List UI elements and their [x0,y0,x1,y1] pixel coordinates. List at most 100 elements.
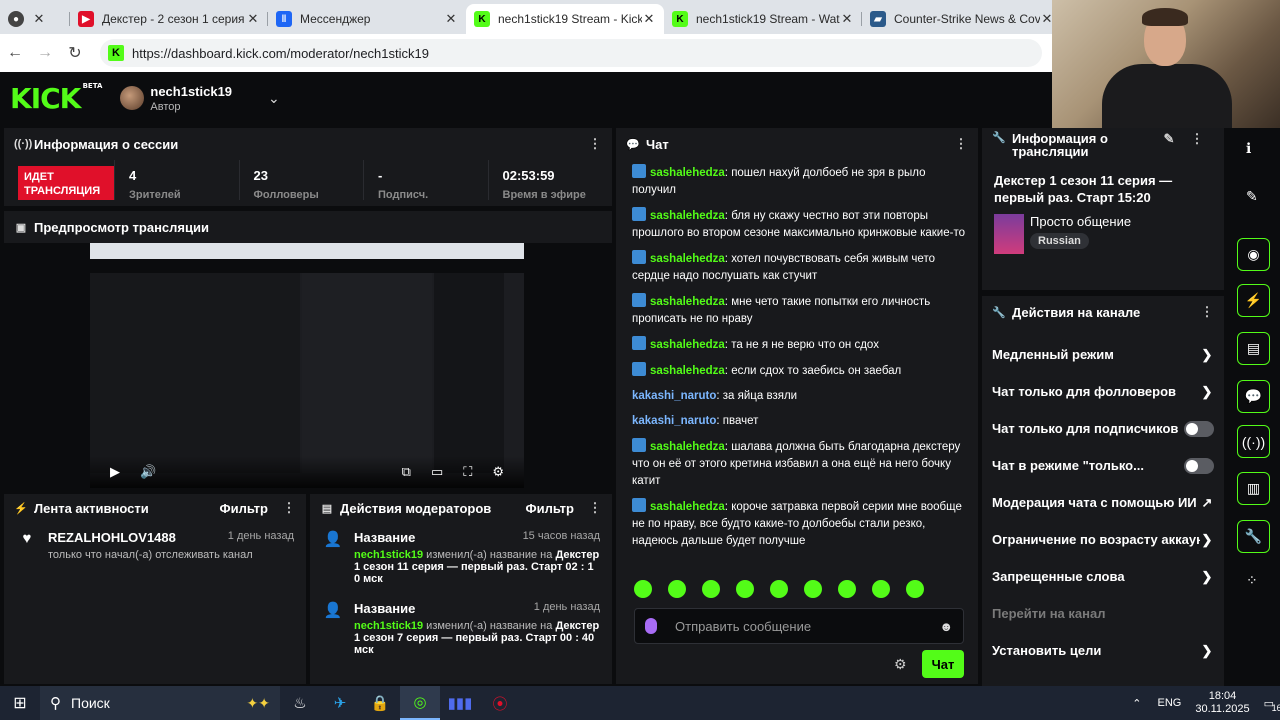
more-icon[interactable]: ⋮ [282,500,296,516]
obs-icon[interactable]: ⦿ [480,686,520,720]
apps-icon[interactable]: ⁘ [1246,572,1258,589]
follower-name[interactable]: REZALHOHLOV1488 [48,530,176,545]
pip-icon[interactable]: ⧉ [402,464,411,480]
chat-username[interactable]: kakashi_naruto [632,415,716,427]
channel-action-row[interactable]: Чат в режиме "только... [982,447,1224,484]
back-icon[interactable]: ← [0,44,30,62]
windows-start-icon[interactable]: ⊞ [0,693,40,713]
clock[interactable]: 18:04 30.11.2025 [1195,690,1249,716]
channel-action-row[interactable]: Чат только для подписчиков [982,410,1224,447]
channel-action-row[interactable]: Модерация чата с помощью ИИ ↗ [982,484,1224,521]
channel-action-row[interactable]: Установить цели ❯ [982,632,1224,669]
chat-username[interactable]: sashalehedza [650,167,725,179]
gear-icon[interactable]: ⚙ [492,464,504,480]
chat-username[interactable]: sashalehedza [650,296,725,308]
reload-icon[interactable]: ↻ [60,43,90,63]
browser-tab-2[interactable]: ‖ Мессенджер ✕ [268,4,466,34]
chat-username[interactable]: sashalehedza [650,210,725,222]
chat-username[interactable]: sashalehedza [650,501,725,513]
close-icon[interactable]: ✕ [444,11,458,27]
activity-desc: только что начал(-а) отслеживать канал [48,549,253,561]
emote-icon[interactable] [838,580,856,598]
more-icon[interactable]: ⋮ [954,136,968,152]
emoji-icon[interactable]: ☻ [939,619,953,634]
info-icon[interactable]: ℹ [1246,140,1251,157]
emote-icon[interactable] [736,580,754,598]
volume-icon[interactable]: 🔊 [140,464,156,480]
broadcast-icon[interactable]: ((·)) [1237,425,1270,458]
emote-icon[interactable] [668,580,686,598]
mic-icon[interactable] [645,618,657,634]
send-chat-button[interactable]: Чат [922,650,964,678]
emote-icon[interactable] [770,580,788,598]
webcam-overlay [1052,0,1280,128]
channel-switcher[interactable]: nech1stick19 Автор [150,84,232,113]
gear-icon[interactable]: ⚙ [894,656,907,673]
chevron-up-icon[interactable]: ⌃ [1132,697,1141,710]
filter-button[interactable]: Фильтр [219,501,268,516]
pencil-icon[interactable]: ✎ [1246,188,1258,205]
chat-bubble-icon[interactable]: 💬 [1237,380,1270,413]
emote-icon[interactable] [634,580,652,598]
language-indicator[interactable]: ENG [1158,697,1182,709]
steam-icon[interactable]: ♨ [280,686,320,720]
emote-icon[interactable] [872,580,890,598]
toggle-switch[interactable] [1184,457,1214,474]
actor-name[interactable]: nech1stick19 [354,549,423,561]
chat-input[interactable]: Отправить сообщение ☻ [634,608,964,644]
layout-icon[interactable]: ▥ [1237,472,1270,505]
chat-username[interactable]: kakashi_naruto [632,390,716,402]
close-icon[interactable]: ✕ [840,11,854,27]
pencil-icon[interactable]: ✎ [1162,132,1176,145]
chevron-down-icon[interactable]: ⌄ [268,90,280,107]
telegram-icon[interactable]: ✈ [320,686,360,720]
channel-action-row[interactable]: Чат только для фолловеров ❯ [982,373,1224,410]
channel-action-row[interactable]: Перейти на канал [982,595,1224,632]
stream-preview-video[interactable]: ▶ 🔊 ⧉ ▭ ⛶ ⚙ [90,243,524,488]
taskbar-search[interactable]: ⚲ Поиск ✦✦ [40,686,280,720]
lock-icon[interactable]: 🔒 [360,686,400,720]
chat-username[interactable]: sashalehedza [650,365,725,377]
more-icon[interactable]: ⋮ [588,136,602,152]
document-icon[interactable]: ▤ [1237,332,1270,365]
camera-icon[interactable]: ◉ [1237,238,1270,271]
browser-tab-0[interactable]: ● ✕ [0,4,70,34]
browser-tab-3[interactable]: K nech1stick19 Stream - Kick Dashboard ✕ [466,4,664,34]
category-name[interactable]: Просто общение [1030,214,1131,229]
channel-action-row[interactable]: Медленный режим ❯ [982,336,1224,373]
theater-icon[interactable]: ▭ [431,464,443,480]
emote-icon[interactable] [702,580,720,598]
filter-button[interactable]: Фильтр [525,501,574,516]
more-icon[interactable]: ⋮ [1200,304,1214,320]
category-thumbnail[interactable] [994,214,1024,254]
close-icon[interactable]: ✕ [642,11,656,27]
chart-app-icon[interactable]: ▮▮▮ [440,686,480,720]
kick-logo[interactable]: KICK BETA [10,82,102,115]
address-bar[interactable]: K https://dashboard.kick.com/moderator/n… [100,39,1042,67]
forward-icon[interactable]: → [30,44,60,62]
browser-tab-1[interactable]: ▶ Декстер - 2 сезон 1 серия - смотреть ✕ [70,4,268,34]
fullscreen-icon[interactable]: ⛶ [463,464,472,480]
close-icon[interactable]: ✕ [246,11,260,27]
actor-name[interactable]: nech1stick19 [354,620,423,632]
emote-icon[interactable] [804,580,822,598]
channel-action-row[interactable]: Ограничение по возрасту аккаунта ❯ [982,521,1224,558]
chrome-icon[interactable]: ◎ [400,686,440,720]
close-icon[interactable]: ✕ [32,11,46,27]
browser-tab-5[interactable]: ▰ Counter-Strike News & Coverage ✕ [862,4,1062,34]
more-icon[interactable]: ⋮ [1190,132,1204,145]
notifications-icon[interactable]: ▭ 16 [1264,697,1280,713]
toggle-switch[interactable] [1184,420,1214,437]
emote-icon[interactable] [906,580,924,598]
play-icon[interactable]: ▶ [110,464,120,480]
chat-username[interactable]: sashalehedza [650,253,725,265]
more-icon[interactable]: ⋮ [588,500,602,516]
channel-action-row[interactable]: Запрещенные слова ❯ [982,558,1224,595]
wrench-icon[interactable]: 🔧 [1237,520,1270,553]
lightning-icon[interactable]: ⚡ [1237,284,1270,317]
chat-username[interactable]: sashalehedza [650,441,725,453]
chat-username[interactable]: sashalehedza [650,339,725,351]
browser-tab-4[interactable]: K nech1stick19 Stream - Watch Live ✕ [664,4,862,34]
chat-messages[interactable]: sashalehedza: пошел нахуй долбоеб не зря… [616,164,980,560]
avatar[interactable] [120,86,145,110]
